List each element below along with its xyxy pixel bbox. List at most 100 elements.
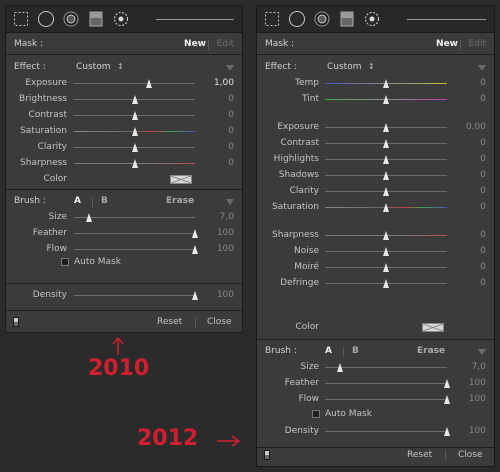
slider-track[interactable]	[74, 229, 198, 238]
slider-track[interactable]	[325, 203, 447, 212]
slider-thumb[interactable]	[444, 427, 450, 436]
brush-b-button[interactable]: B	[101, 196, 108, 206]
slider-track[interactable]	[325, 139, 447, 148]
slider-track[interactable]	[325, 263, 447, 272]
brush-size-slider[interactable]	[156, 19, 234, 20]
slider-thumb[interactable]	[383, 231, 389, 240]
toggle-switch-icon[interactable]	[13, 317, 19, 327]
slider-thumb[interactable]	[336, 363, 343, 372]
close-button[interactable]: Close	[207, 317, 232, 327]
slider-value[interactable]: 0	[480, 138, 486, 148]
slider-track[interactable]	[325, 427, 450, 436]
slider-value[interactable]: 0	[480, 230, 486, 240]
gradient-filter-icon[interactable]	[338, 11, 355, 28]
marquee-icon[interactable]	[12, 11, 29, 28]
brush-b-button[interactable]: B	[352, 346, 359, 356]
slider-track[interactable]	[325, 155, 447, 164]
slider-value[interactable]: 100	[217, 228, 234, 238]
circle-icon[interactable]	[37, 11, 54, 28]
toggle-switch-icon[interactable]	[264, 450, 270, 460]
marquee-icon[interactable]	[263, 11, 280, 28]
slider-value[interactable]: 0	[480, 170, 486, 180]
slider-value[interactable]: 0	[228, 142, 234, 152]
slider-thumb[interactable]	[131, 159, 138, 168]
slider-value[interactable]: 7,0	[472, 362, 486, 372]
slider-thumb[interactable]	[383, 123, 389, 132]
slider-track[interactable]	[325, 379, 450, 388]
slider-track[interactable]	[74, 159, 195, 168]
slider-value[interactable]: 7,0	[220, 212, 234, 222]
slider-value[interactable]: 0	[480, 78, 486, 88]
slider-track[interactable]	[325, 231, 447, 240]
slider-thumb[interactable]	[383, 203, 389, 212]
brush-icon[interactable]	[112, 11, 129, 28]
slider-thumb[interactable]	[192, 245, 198, 254]
slider-track[interactable]	[74, 291, 198, 300]
slider-track[interactable]	[325, 123, 447, 132]
slider-track[interactable]	[325, 79, 447, 88]
collapse-triangle-icon[interactable]	[226, 65, 234, 71]
slider-thumb[interactable]	[383, 279, 389, 288]
slider-track[interactable]	[74, 127, 195, 136]
radial-filter-icon[interactable]	[313, 11, 330, 28]
slider-thumb[interactable]	[383, 79, 389, 88]
slider-track[interactable]	[74, 79, 195, 88]
brush-icon[interactable]	[363, 11, 380, 28]
slider-thumb[interactable]	[383, 187, 389, 196]
brush-erase-button[interactable]: Erase	[166, 196, 194, 206]
slider-value[interactable]: 0	[480, 154, 486, 164]
auto-mask-checkbox[interactable]	[312, 410, 320, 418]
slider-track[interactable]	[325, 247, 447, 256]
slider-value[interactable]: 1,00	[214, 78, 234, 88]
reset-button[interactable]: Reset	[157, 317, 182, 327]
slider-value[interactable]: 100	[469, 378, 486, 388]
slider-thumb[interactable]	[383, 95, 389, 104]
slider-value[interactable]: 0	[228, 126, 234, 136]
brush-erase-button[interactable]: Erase	[417, 346, 445, 356]
slider-value[interactable]: 0	[480, 262, 486, 272]
slider-track[interactable]	[325, 279, 447, 288]
brush-a-button[interactable]: A	[74, 196, 81, 206]
slider-thumb[interactable]	[192, 291, 198, 300]
slider-value[interactable]: 0	[228, 110, 234, 120]
mask-new-button[interactable]: New	[436, 39, 458, 49]
slider-value[interactable]: 0	[480, 246, 486, 256]
slider-track[interactable]	[74, 245, 198, 254]
slider-track[interactable]	[325, 95, 447, 104]
slider-thumb[interactable]	[131, 127, 138, 136]
collapse-triangle-icon[interactable]	[478, 65, 486, 71]
slider-value[interactable]: 100	[217, 244, 234, 254]
mask-edit-button[interactable]: Edit	[469, 39, 486, 49]
slider-track[interactable]	[74, 111, 195, 120]
collapse-triangle-icon[interactable]	[226, 199, 234, 205]
slider-thumb[interactable]	[383, 247, 389, 256]
slider-thumb[interactable]	[444, 395, 450, 404]
slider-track[interactable]	[74, 95, 195, 104]
reset-button[interactable]: Reset	[407, 450, 432, 460]
slider-thumb[interactable]	[131, 111, 138, 120]
close-button[interactable]: Close	[458, 450, 483, 460]
slider-thumb[interactable]	[444, 379, 450, 388]
brush-size-slider[interactable]	[407, 19, 486, 20]
slider-value[interactable]: 0	[480, 278, 486, 288]
slider-thumb[interactable]	[192, 229, 198, 238]
collapse-triangle-icon[interactable]	[478, 349, 486, 355]
slider-value[interactable]: 0	[480, 94, 486, 104]
slider-thumb[interactable]	[131, 95, 138, 104]
slider-thumb[interactable]	[383, 155, 389, 164]
slider-thumb[interactable]	[85, 213, 92, 222]
color-swatch[interactable]	[422, 323, 444, 332]
slider-value[interactable]: 0	[480, 202, 486, 212]
circle-icon[interactable]	[288, 11, 305, 28]
slider-value[interactable]: 0	[228, 158, 234, 168]
slider-track[interactable]	[325, 363, 447, 372]
gradient-filter-icon[interactable]	[87, 11, 104, 28]
radial-filter-icon[interactable]	[62, 11, 79, 28]
slider-track[interactable]	[325, 171, 447, 180]
slider-track[interactable]	[74, 143, 195, 152]
slider-thumb[interactable]	[383, 263, 389, 272]
slider-thumb[interactable]	[131, 143, 138, 152]
slider-value[interactable]: 0,00	[466, 122, 486, 132]
mask-new-button[interactable]: New	[184, 39, 206, 49]
mask-edit-button[interactable]: Edit	[217, 39, 234, 49]
